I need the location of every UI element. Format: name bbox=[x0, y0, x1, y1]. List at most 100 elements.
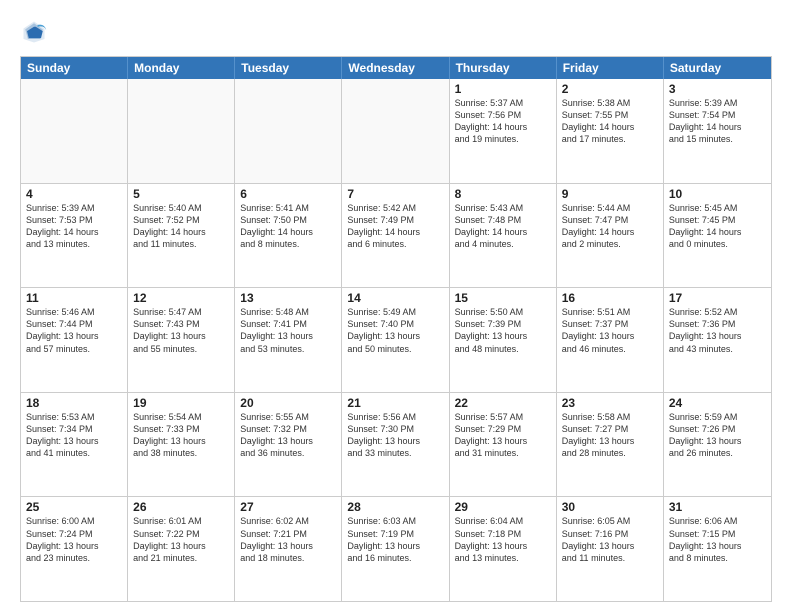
logo bbox=[20, 18, 52, 46]
calendar-cell-day-2: 2Sunrise: 5:38 AMSunset: 7:55 PMDaylight… bbox=[557, 79, 664, 183]
cell-info-line: Sunrise: 5:56 AM bbox=[347, 411, 443, 423]
cell-info-line: Daylight: 14 hours bbox=[562, 121, 658, 133]
cell-info-line: and 8 minutes. bbox=[240, 238, 336, 250]
day-number: 15 bbox=[455, 291, 551, 305]
cell-info-line: and 13 minutes. bbox=[455, 552, 551, 564]
calendar-cell-day-13: 13Sunrise: 5:48 AMSunset: 7:41 PMDayligh… bbox=[235, 288, 342, 392]
day-number: 23 bbox=[562, 396, 658, 410]
calendar-cell-day-30: 30Sunrise: 6:05 AMSunset: 7:16 PMDayligh… bbox=[557, 497, 664, 601]
cell-info-line: and 19 minutes. bbox=[455, 133, 551, 145]
calendar-cell-day-6: 6Sunrise: 5:41 AMSunset: 7:50 PMDaylight… bbox=[235, 184, 342, 288]
calendar-cell-day-19: 19Sunrise: 5:54 AMSunset: 7:33 PMDayligh… bbox=[128, 393, 235, 497]
calendar-cell-day-15: 15Sunrise: 5:50 AMSunset: 7:39 PMDayligh… bbox=[450, 288, 557, 392]
day-number: 18 bbox=[26, 396, 122, 410]
cell-info-line: Sunrise: 6:06 AM bbox=[669, 515, 766, 527]
day-number: 14 bbox=[347, 291, 443, 305]
cell-info-line: Sunset: 7:33 PM bbox=[133, 423, 229, 435]
cell-info-line: and 31 minutes. bbox=[455, 447, 551, 459]
cell-info-line: Sunset: 7:53 PM bbox=[26, 214, 122, 226]
cell-info-line: and 38 minutes. bbox=[133, 447, 229, 459]
cell-info-line: Sunrise: 5:43 AM bbox=[455, 202, 551, 214]
day-number: 9 bbox=[562, 187, 658, 201]
cell-info-line: Sunset: 7:22 PM bbox=[133, 528, 229, 540]
cell-info-line: Sunrise: 6:01 AM bbox=[133, 515, 229, 527]
cell-info-line: Sunset: 7:27 PM bbox=[562, 423, 658, 435]
calendar-cell-empty bbox=[235, 79, 342, 183]
day-number: 1 bbox=[455, 82, 551, 96]
cell-info-line: Sunrise: 6:04 AM bbox=[455, 515, 551, 527]
cell-info-line: Sunset: 7:56 PM bbox=[455, 109, 551, 121]
cell-info-line: Sunset: 7:55 PM bbox=[562, 109, 658, 121]
calendar-week-3: 11Sunrise: 5:46 AMSunset: 7:44 PMDayligh… bbox=[21, 288, 771, 393]
cell-info-line: and 4 minutes. bbox=[455, 238, 551, 250]
cell-info-line: Sunrise: 6:00 AM bbox=[26, 515, 122, 527]
cell-info-line: and 41 minutes. bbox=[26, 447, 122, 459]
day-number: 10 bbox=[669, 187, 766, 201]
day-number: 27 bbox=[240, 500, 336, 514]
calendar-cell-day-22: 22Sunrise: 5:57 AMSunset: 7:29 PMDayligh… bbox=[450, 393, 557, 497]
calendar-header-tuesday: Tuesday bbox=[235, 57, 342, 79]
cell-info-line: Daylight: 14 hours bbox=[562, 226, 658, 238]
day-number: 5 bbox=[133, 187, 229, 201]
header bbox=[20, 18, 772, 46]
cell-info-line: and 48 minutes. bbox=[455, 343, 551, 355]
cell-info-line: and 28 minutes. bbox=[562, 447, 658, 459]
cell-info-line: and 21 minutes. bbox=[133, 552, 229, 564]
cell-info-line: Sunrise: 6:03 AM bbox=[347, 515, 443, 527]
day-number: 20 bbox=[240, 396, 336, 410]
cell-info-line: Sunrise: 5:50 AM bbox=[455, 306, 551, 318]
cell-info-line: and 23 minutes. bbox=[26, 552, 122, 564]
cell-info-line: and 2 minutes. bbox=[562, 238, 658, 250]
calendar-cell-day-25: 25Sunrise: 6:00 AMSunset: 7:24 PMDayligh… bbox=[21, 497, 128, 601]
day-number: 28 bbox=[347, 500, 443, 514]
page: SundayMondayTuesdayWednesdayThursdayFrid… bbox=[0, 0, 792, 612]
day-number: 24 bbox=[669, 396, 766, 410]
cell-info-line: Sunset: 7:52 PM bbox=[133, 214, 229, 226]
cell-info-line: Sunrise: 5:48 AM bbox=[240, 306, 336, 318]
cell-info-line: Daylight: 14 hours bbox=[26, 226, 122, 238]
day-number: 16 bbox=[562, 291, 658, 305]
cell-info-line: and 55 minutes. bbox=[133, 343, 229, 355]
day-number: 19 bbox=[133, 396, 229, 410]
cell-info-line: and 11 minutes. bbox=[562, 552, 658, 564]
cell-info-line: and 53 minutes. bbox=[240, 343, 336, 355]
day-number: 26 bbox=[133, 500, 229, 514]
cell-info-line: Sunrise: 5:45 AM bbox=[669, 202, 766, 214]
day-number: 21 bbox=[347, 396, 443, 410]
calendar-cell-day-8: 8Sunrise: 5:43 AMSunset: 7:48 PMDaylight… bbox=[450, 184, 557, 288]
cell-info-line: Daylight: 13 hours bbox=[562, 435, 658, 447]
cell-info-line: and 15 minutes. bbox=[669, 133, 766, 145]
cell-info-line: Daylight: 13 hours bbox=[240, 540, 336, 552]
day-number: 6 bbox=[240, 187, 336, 201]
cell-info-line: Daylight: 13 hours bbox=[240, 330, 336, 342]
calendar-header-thursday: Thursday bbox=[450, 57, 557, 79]
cell-info-line: Daylight: 13 hours bbox=[26, 435, 122, 447]
day-number: 31 bbox=[669, 500, 766, 514]
cell-info-line: Sunrise: 5:42 AM bbox=[347, 202, 443, 214]
cell-info-line: and 0 minutes. bbox=[669, 238, 766, 250]
cell-info-line: Sunrise: 5:53 AM bbox=[26, 411, 122, 423]
day-number: 30 bbox=[562, 500, 658, 514]
cell-info-line: Daylight: 13 hours bbox=[455, 540, 551, 552]
cell-info-line: Daylight: 14 hours bbox=[133, 226, 229, 238]
cell-info-line: Sunset: 7:40 PM bbox=[347, 318, 443, 330]
day-number: 3 bbox=[669, 82, 766, 96]
cell-info-line: Sunrise: 5:39 AM bbox=[669, 97, 766, 109]
day-number: 4 bbox=[26, 187, 122, 201]
calendar-header-friday: Friday bbox=[557, 57, 664, 79]
calendar-cell-day-9: 9Sunrise: 5:44 AMSunset: 7:47 PMDaylight… bbox=[557, 184, 664, 288]
cell-info-line: Sunset: 7:39 PM bbox=[455, 318, 551, 330]
cell-info-line: and 36 minutes. bbox=[240, 447, 336, 459]
calendar-week-4: 18Sunrise: 5:53 AMSunset: 7:34 PMDayligh… bbox=[21, 393, 771, 498]
cell-info-line: and 17 minutes. bbox=[562, 133, 658, 145]
calendar-cell-day-29: 29Sunrise: 6:04 AMSunset: 7:18 PMDayligh… bbox=[450, 497, 557, 601]
cell-info-line: Sunrise: 5:58 AM bbox=[562, 411, 658, 423]
calendar-cell-day-7: 7Sunrise: 5:42 AMSunset: 7:49 PMDaylight… bbox=[342, 184, 449, 288]
cell-info-line: Daylight: 13 hours bbox=[26, 540, 122, 552]
calendar-cell-day-16: 16Sunrise: 5:51 AMSunset: 7:37 PMDayligh… bbox=[557, 288, 664, 392]
cell-info-line: and 33 minutes. bbox=[347, 447, 443, 459]
day-number: 17 bbox=[669, 291, 766, 305]
cell-info-line: Sunset: 7:29 PM bbox=[455, 423, 551, 435]
calendar-cell-day-23: 23Sunrise: 5:58 AMSunset: 7:27 PMDayligh… bbox=[557, 393, 664, 497]
calendar-header-saturday: Saturday bbox=[664, 57, 771, 79]
